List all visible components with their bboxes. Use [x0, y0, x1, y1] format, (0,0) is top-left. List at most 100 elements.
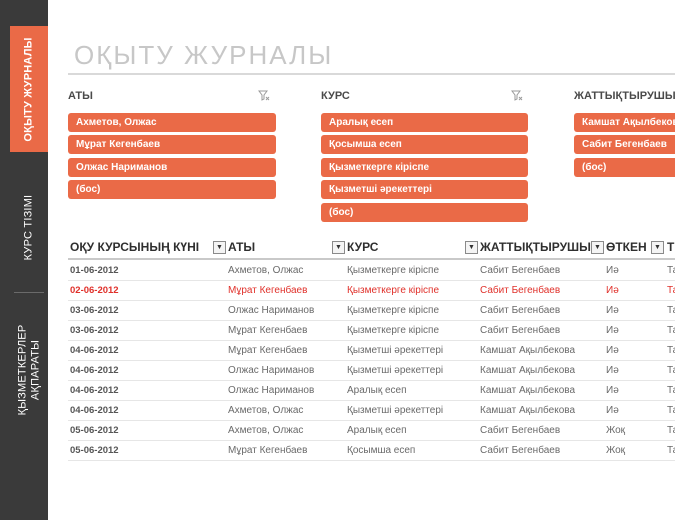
column-header-name: АТЫ [228, 240, 256, 254]
slicer-item[interactable]: Ахметов, Олжас [68, 113, 276, 132]
table-row[interactable]: 03-06-2012 Мұрат Кегенбаев Қызметкерге кір… [68, 320, 675, 341]
table-row[interactable]: 05-06-2012 Мұрат Кегенбаев Қосымша есеп Саб… [68, 440, 675, 461]
cell-passed: Иә [606, 405, 619, 416]
slicer-title: АТЫ [68, 90, 93, 102]
cell-date: 04-06-2012 [70, 405, 119, 416]
cell-name: Олжас Нариманов [228, 305, 315, 316]
cell-date: 03-06-2012 [70, 325, 119, 336]
slicer-item[interactable]: Олжас Нариманов [68, 158, 276, 177]
cell-t: Та [667, 385, 675, 396]
slicer-item[interactable]: Қосымша есеп [321, 135, 528, 154]
slicer-item[interactable]: (бос) [321, 203, 528, 222]
cell-name: Ахметов, Олжас [228, 425, 304, 436]
dropdown-arrow-icon[interactable]: ▼ [332, 241, 345, 254]
page-title: ОҚЫТУ ЖУРНАЛЫ [74, 40, 334, 70]
tab-course-list[interactable]: КУРС ТІЗІМІ [10, 175, 48, 280]
cell-date: 04-06-2012 [70, 345, 119, 356]
table-row[interactable]: 05-06-2012 Ахметов, Олжас Аралық есеп Сабит… [68, 420, 675, 441]
table-row[interactable]: 04-06-2012 Олжас Нариманов Қызметші әрекет… [68, 360, 675, 381]
cell-trainer: Сабит Бегенбаев [480, 425, 561, 436]
slicer-item[interactable]: (бос) [574, 158, 675, 177]
cell-passed: Иә [606, 345, 619, 356]
slicer-item[interactable]: Аралық есеп [321, 113, 528, 132]
dropdown-arrow-icon[interactable]: ▼ [465, 241, 478, 254]
cell-course: Қызметкерге кіріспе [347, 325, 440, 336]
cell-course: Қызметші әрекеттері [347, 345, 444, 356]
cell-course: Қызметкерге кіріспе [347, 285, 440, 296]
cell-passed: Иә [606, 285, 619, 296]
clear-filter-icon[interactable] [258, 90, 272, 104]
cell-t: Та [667, 285, 675, 296]
cell-date: 02-06-2012 [70, 285, 119, 296]
table-row[interactable]: 04-06-2012 Олжас Нариманов Аралық есеп Камш… [68, 380, 675, 401]
slicer-item[interactable]: Қызметкерге кіріспе [321, 158, 528, 177]
table-row[interactable]: 02-06-2012 Мұрат Кегенбаев Қызметкерге кір… [68, 280, 675, 301]
cell-name: Олжас Нариманов [228, 365, 315, 376]
slicer-header: ЖАТТЫҚТЫРУШЫ [574, 90, 675, 106]
table-row[interactable]: 01-06-2012 Ахметов, Олжас Қызметкерге кірі… [68, 260, 675, 281]
cell-t: Та [667, 265, 675, 276]
cell-t: Та [667, 445, 675, 456]
cell-passed: Иә [606, 305, 619, 316]
slicer-item[interactable]: Мұрат Кегенбаев [68, 135, 276, 154]
column-header-trainer: ЖАТТЫҚТЫРУШЫ [480, 240, 591, 254]
cell-passed: Иә [606, 265, 619, 276]
column-header-date: ОҚУ КУРСЫНЫҢ КҮНІ [70, 240, 200, 254]
cell-passed: Иә [606, 385, 619, 396]
tab-label: ОҚЫТУ ЖУРНАЛЫ [22, 36, 35, 142]
tab-divider [14, 292, 44, 293]
tab-label: КУРС ТІЗІМІ [22, 194, 35, 261]
cell-passed: Иә [606, 365, 619, 376]
cell-course: Қосымша есеп [347, 445, 416, 456]
cell-t: Та [667, 325, 675, 336]
cell-trainer: Камшат Ақылбекова [480, 365, 576, 376]
cell-course: Аралық есеп [347, 425, 407, 436]
cell-trainer: Сабит Бегенбаев [480, 265, 561, 276]
dropdown-arrow-icon[interactable]: ▼ [651, 241, 664, 254]
slicer-item[interactable]: Сабит Бегенбаев [574, 135, 675, 154]
cell-name: Мұрат Кегенбаев [228, 285, 308, 296]
cell-t: Та [667, 345, 675, 356]
cell-trainer: Камшат Ақылбекова [480, 345, 576, 356]
cell-t: Та [667, 425, 675, 436]
cell-trainer: Сабит Бегенбаев [480, 325, 561, 336]
table-header: ОҚУ КУРСЫНЫҢ КҮНІ ▼ АТЫ ▼ КУРС ▼ ЖАТТЫҚТ… [68, 238, 675, 260]
cell-course: Аралық есеп [347, 385, 407, 396]
tab-employee-info[interactable]: ҚЫЗМЕТКЕРЛЕР АҚПАРАТЫ [10, 300, 48, 440]
cell-date: 04-06-2012 [70, 365, 119, 376]
cell-passed: Жоқ [606, 425, 626, 436]
cell-trainer: Сабит Бегенбаев [480, 285, 561, 296]
slicer-item[interactable]: (бос) [68, 180, 276, 199]
dropdown-arrow-icon[interactable]: ▼ [591, 241, 604, 254]
cell-trainer: Сабит Бегенбаев [480, 445, 561, 456]
cell-name: Мұрат Кегенбаев [228, 345, 308, 356]
cell-passed: Иә [606, 325, 619, 336]
column-header-passed: ӨТКЕН [606, 240, 647, 254]
cell-course: Қызметкерге кіріспе [347, 265, 440, 276]
dropdown-arrow-icon[interactable]: ▼ [213, 241, 226, 254]
slicer-course: КУРС Аралық есеп Қосымша есеп Қызметкерг… [321, 90, 528, 222]
cell-date: 01-06-2012 [70, 265, 119, 276]
table-row[interactable]: 04-06-2012 Мұрат Кегенбаев Қызметші әрекет… [68, 340, 675, 361]
table-row[interactable]: 04-06-2012 Ахметов, Олжас Қызметші әрекетт… [68, 400, 675, 421]
slicer-trainer: ЖАТТЫҚТЫРУШЫ Камшат Ақылбекова Сабит Бег… [574, 90, 675, 190]
cell-name: Мұрат Кегенбаев [228, 445, 308, 456]
slicer-title: КУРС [321, 90, 350, 102]
cell-name: Ахметов, Олжас [228, 265, 304, 276]
clear-filter-icon[interactable] [511, 90, 525, 104]
cell-t: Та [667, 305, 675, 316]
cell-trainer: Камшат Ақылбекова [480, 405, 576, 416]
cell-date: 05-06-2012 [70, 425, 119, 436]
slicer-item[interactable]: Камшат Ақылбекова [574, 113, 675, 132]
slicer-item[interactable]: Қызметші әрекеттері [321, 180, 528, 199]
cell-trainer: Камшат Ақылбекова [480, 385, 576, 396]
cell-date: 05-06-2012 [70, 445, 119, 456]
table-row[interactable]: 03-06-2012 Олжас Нариманов Қызметкерге кір… [68, 300, 675, 321]
column-header-t: Т [667, 240, 675, 254]
cell-course: Қызметкерге кіріспе [347, 305, 440, 316]
cell-t: Та [667, 405, 675, 416]
cell-t: Та [667, 365, 675, 376]
slicer-header: КУРС [321, 90, 528, 106]
column-header-course: КУРС [347, 240, 379, 254]
tab-training-log[interactable]: ОҚЫТУ ЖУРНАЛЫ [10, 26, 48, 152]
